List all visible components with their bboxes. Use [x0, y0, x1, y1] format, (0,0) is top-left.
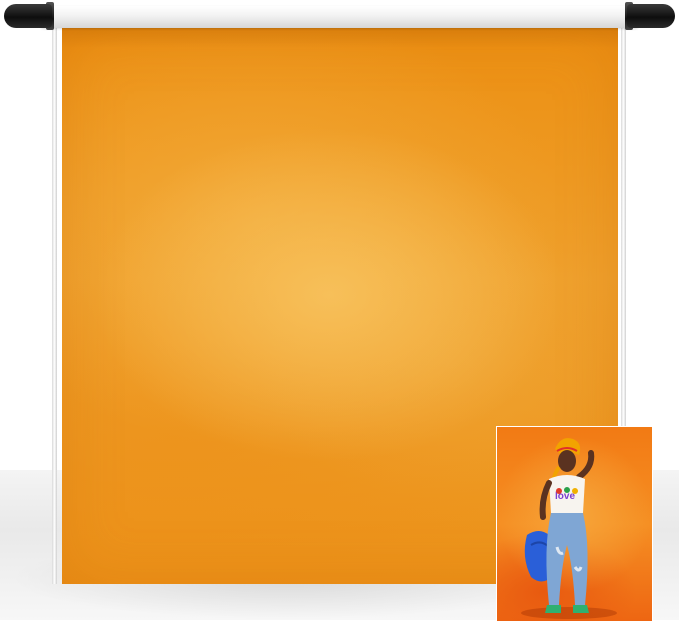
model-figure: love — [521, 438, 617, 619]
stand-pole-left — [52, 24, 57, 584]
crossbar-end-cap-right — [627, 4, 675, 28]
wide-leg-jeans — [546, 513, 588, 605]
green-shoe-right — [573, 605, 589, 613]
product-scene: love — [0, 0, 679, 622]
example-photo-inset: love — [496, 426, 653, 622]
crossbar-end-cap-left — [4, 4, 52, 28]
backdrop-top-shadow — [62, 28, 618, 48]
stand-crossbar — [40, 6, 639, 28]
model-head — [558, 450, 576, 472]
green-shoe-left — [545, 605, 561, 613]
